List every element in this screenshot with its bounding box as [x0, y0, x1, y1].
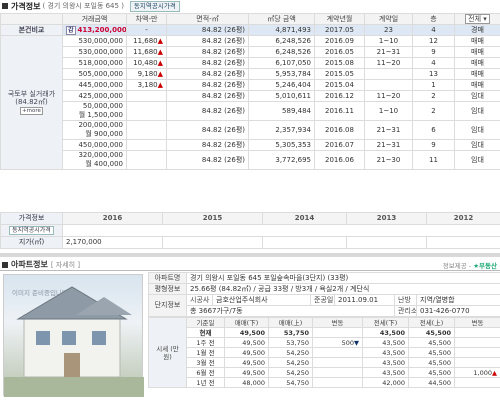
area-label: 평형정보 [148, 283, 187, 295]
official-price-button[interactable]: 동지역공시가격 [129, 0, 180, 12]
compare-row: 본건비교 감 413,200,000 - 84.82 (26평) 4,871,49… [0, 24, 500, 36]
official-price-table: 가격정보 2016 2015 2014 2013 2012 동지역공시가격 지가… [0, 212, 500, 249]
complex-row-2: 총 3667가구/7동 관리소 031-426-0770 [149, 305, 500, 317]
up-arrow-icon: ▲ [157, 80, 163, 89]
official-price-link[interactable]: 동지역공시가격 [9, 226, 54, 235]
market-header-row: 시세 (만원) 기준일 매매(下) 매매(上) 변동 전세(下) 전세(上) 변… [148, 317, 500, 388]
market-row: 1월 전 49,500 54,250 43,500 45,500 [149, 347, 500, 358]
up-arrow-icon: ▲ [157, 69, 163, 78]
apt-info-title: 아파트정보 [11, 260, 48, 269]
bullet-icon [2, 261, 8, 268]
col-per-m2: ㎡당 금액 [248, 13, 315, 25]
market-side-label: 시세 (만원) [148, 317, 187, 388]
col-ym: 계약년월 [314, 13, 365, 25]
price-info-header: 가격정보 ( 경기 의왕시 포일동 645 ) 동지역공시가격 [0, 0, 500, 12]
address-label: ( 경기 의왕시 포일동 645 ) [42, 2, 124, 10]
appraisal-tag: 감 [66, 25, 76, 35]
land-price-value: 2,170,000 [62, 236, 163, 249]
year-cell: 2016 [62, 212, 163, 225]
table-row: 450,000,000 84.82 (26평) 5,305,353 2016.07 21… [1, 139, 500, 151]
apt-detail-link[interactable]: [ 자세히 ] [51, 260, 80, 270]
land-price-label: 지가(㎡) [0, 236, 63, 249]
area-value: 25.66평 (84.82㎡) / 공급 33평 / 방3개 / 욕실2개 / … [185, 283, 500, 295]
official-sub-row: 동지역공시가격 [0, 224, 500, 237]
price-info-title: 가격정보 [11, 1, 41, 11]
completion-value: 2011.09.01 [334, 294, 395, 306]
col-diff: 차액-만 [126, 13, 167, 25]
table-row: 320,000,000 월 400,000 84.82 (26평) 3,772,695… [1, 150, 500, 170]
table-row: 국토부 실거래가 (84.82㎡) +more 530,000,000 11,680▲… [0, 35, 500, 170]
households-value: 총 3667가구/7동 [186, 305, 395, 317]
section-divider [0, 253, 500, 257]
col-price: 거래금액 [62, 13, 127, 25]
transaction-table: 거래금액 차액-만 면적-㎡ ㎡당 금액 계약년월 계약일 층 전체 ▾ 본건비… [0, 13, 500, 170]
bullet-icon [2, 3, 8, 9]
area-row: 평형정보 25.66평 (84.82㎡) / 공급 33평 / 방3개 / 욕실… [148, 283, 500, 295]
apt-name-label: 아파트명 [148, 272, 187, 284]
more-button[interactable]: +more [20, 107, 43, 115]
market-price-table: 시세 (만원) 기준일 매매(下) 매매(上) 변동 전세(下) 전세(上) 변… [148, 317, 500, 388]
market-row: 6월 전 49,500 54,250 43,500 45,500 1,000▲ [149, 367, 500, 378]
table-row: 445,000,000 3,180▲ 84.82 (26평) 5,246,404 201… [1, 79, 500, 91]
land-price-row: 지가(㎡) 2,170,000 [0, 236, 500, 249]
table-row: 50,000,000 월 1,500,000 84.82 (26평) 589,484 2… [1, 101, 500, 121]
apt-info-header: 아파트정보 [ 자세히 ] 정보제공 - ★부동산 [0, 259, 500, 271]
col-floor: 층 [412, 13, 455, 25]
mgmt-value: 031-426-0770 [415, 305, 500, 317]
compare-label: 본건비교 [0, 24, 63, 36]
complex-row-1: 단지정보 시공사 금호산업주식회사 준공일 2011.09.01 난방 지역/열… [148, 294, 500, 317]
complex-label: 단지정보 [148, 294, 187, 317]
market-row: 1주 전 49,500 53,750 500▼ 43,500 45,500 [149, 337, 500, 348]
official-year-row: 가격정보 2016 2015 2014 2013 2012 [0, 212, 500, 225]
apt-info-table: 아파트명 경기 의왕시 포일동 645 포일숲속마을(3단지) (33평) 평형… [148, 272, 500, 317]
builder-value: 금호산업주식회사 [212, 294, 311, 306]
up-arrow-icon: ▲ [157, 36, 163, 45]
market-row: 3월 전 49,500 54,250 43,500 45,500 [149, 357, 500, 368]
apt-name-row: 아파트명 경기 의왕시 포일동 645 포일숲속마을(3단지) (33평) [148, 272, 500, 284]
year-cell: 2012 [426, 212, 500, 225]
col-area: 면적-㎡ [166, 13, 249, 25]
up-arrow-icon: ▲ [492, 368, 497, 377]
official-label: 가격정보 [18, 214, 45, 222]
year-cell: 2015 [162, 212, 263, 225]
table-row: 200,000,000 월 900,000 84.82 (26평) 2,357,934… [1, 120, 500, 140]
market-row: 현재 49,500 53,750 43,500 45,500 [149, 327, 500, 338]
table-row: 530,000,000 11,680▲ 84.82 (26평) 6,248,526 20… [1, 46, 500, 58]
table-row: 425,000,000 84.82 (26평) 5,010,611 2016.12 11… [1, 90, 500, 102]
up-arrow-icon: ▲ [157, 47, 163, 56]
down-arrow-icon: ▼ [354, 338, 359, 347]
year-cell: 2014 [262, 212, 347, 225]
apt-photo: 이미지 준비중입니다. [3, 274, 144, 397]
table-row: 518,000,000 10,480▲ 84.82 (26평) 6,107,050 20… [1, 57, 500, 69]
heating-value: 지역/열병합 [415, 294, 500, 306]
table-header-row: 거래금액 차액-만 면적-㎡ ㎡당 금액 계약년월 계약일 층 전체 ▾ [0, 13, 500, 25]
provider-logo: ★부동산 [473, 261, 497, 270]
apt-name-value: 경기 의왕시 포일동 645 포일숲속마을(3단지) (33평) [185, 272, 500, 284]
year-cell: 2013 [346, 212, 427, 225]
side-label: 국토부 실거래가 (84.82㎡) +more [0, 35, 63, 170]
table-row: 505,000,000 9,180▲ 84.82 (26평) 5,953,784 201… [1, 68, 500, 80]
up-arrow-icon: ▲ [157, 58, 163, 67]
col-day: 계약일 [364, 13, 413, 25]
market-row: 1년 전 48,000 54,750 42,000 44,500 [149, 377, 500, 388]
provider-label: 정보제공 - ★부동산 [442, 261, 497, 270]
type-filter-select[interactable]: 전체 ▾ [465, 14, 490, 24]
chevron-down-icon: ▾ [483, 15, 487, 23]
house-illustration [4, 286, 144, 397]
